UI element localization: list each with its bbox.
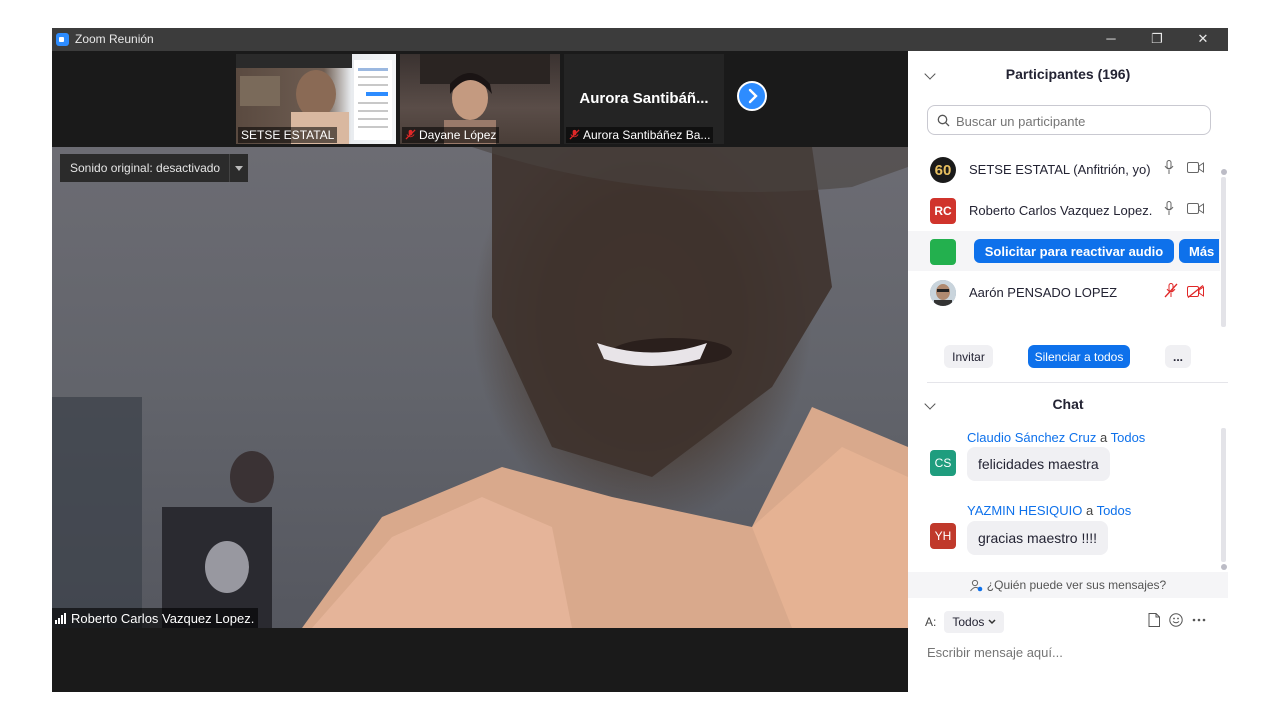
participant-scrollbar[interactable] — [1221, 169, 1227, 329]
participant-row[interactable]: Aarón PENSADO LOPEZ — [908, 272, 1220, 309]
chat-message-sender: Claudio Sánchez Cruz a Todos — [967, 430, 1146, 445]
chat-header: Chat — [908, 396, 1228, 416]
signal-icon — [55, 612, 66, 624]
thumbnail-dayane-lopez[interactable]: Dayane López — [400, 54, 560, 144]
participant-name: Roberto Carlos Vazquez Lopez. — [969, 203, 1153, 218]
minimize-button[interactable]: ─ — [1088, 28, 1134, 51]
zoom-window: Zoom Reunión ─ ❐ ✕ SETSE ESTATAL Dayane … — [52, 28, 1228, 692]
chat-tools — [1148, 613, 1206, 627]
invite-button[interactable]: Invitar — [944, 345, 993, 368]
participant-name: Aarón PENSADO LOPEZ — [969, 285, 1118, 300]
chevron-down-icon — [988, 619, 996, 625]
avatar — [930, 280, 956, 306]
chat-message-input[interactable] — [925, 641, 1219, 663]
video-area: SETSE ESTATAL Dayane López Aurora Santib… — [52, 51, 908, 692]
participant-row-hovered[interactable]: Solicitar para reactivar audio Más — [908, 231, 1220, 271]
original-sound-toggle[interactable]: Sonido original: desactivado — [60, 154, 249, 182]
thumbnail-label: SETSE ESTATAL — [238, 127, 338, 143]
file-icon[interactable] — [1148, 613, 1160, 627]
person-eye-icon — [969, 579, 983, 591]
next-page-button[interactable] — [737, 81, 767, 111]
microphone-icon[interactable] — [1164, 160, 1174, 175]
mute-all-button[interactable]: Silenciar a todos — [1028, 345, 1130, 368]
mic-muted-icon — [405, 129, 416, 140]
chat-scrollbar[interactable] — [1221, 428, 1227, 570]
participant-name: SETSE ESTATAL (Anfitrión, yo) — [969, 162, 1151, 177]
participant-row[interactable]: 60 SETSE ESTATAL (Anfitrión, yo) — [908, 149, 1220, 189]
close-button[interactable]: ✕ — [1180, 28, 1226, 51]
speaker-name-tag: Roberto Carlos Vazquez Lopez. — [52, 608, 259, 628]
ellipsis-icon[interactable] — [1192, 618, 1206, 622]
divider — [927, 382, 1228, 383]
mic-muted-icon[interactable] — [1164, 283, 1178, 298]
thumbnail-label: Aurora Santibáñez Ba... — [566, 127, 714, 143]
who-can-see-messages[interactable]: ¿Quién puede ver sus mensajes? — [908, 572, 1228, 598]
active-speaker-video[interactable]: Sonido original: desactivado Roberto Car… — [52, 147, 908, 628]
avatar: YH — [930, 523, 956, 549]
thumbnail-aurora-santibanez[interactable]: Aurora Santibáñ... Aurora Santibáñez Ba.… — [564, 54, 724, 144]
camera-icon[interactable] — [1187, 203, 1204, 214]
chevron-down-icon[interactable] — [924, 68, 936, 80]
avatar: CS — [930, 450, 956, 476]
participant-list: 60 SETSE ESTATAL (Anfitrión, yo) RC Robe… — [908, 149, 1220, 309]
chevron-down-icon[interactable] — [924, 398, 936, 410]
video-frame — [52, 147, 908, 628]
thumbnail-setse-estatal[interactable]: SETSE ESTATAL — [236, 54, 396, 144]
original-sound-label: Sonido original: desactivado — [70, 161, 221, 175]
participant-search-input[interactable] — [954, 111, 1208, 131]
camera-icon[interactable] — [1187, 162, 1204, 173]
avatar: RC — [930, 198, 956, 224]
recipient-select[interactable]: Todos — [944, 611, 1005, 633]
microphone-icon[interactable] — [1164, 201, 1174, 216]
side-panel: Participantes (196) 60 SETSE ESTATAL (An… — [908, 51, 1228, 692]
participants-more-button[interactable]: ... — [1165, 345, 1191, 368]
chat-message-bubble: felicidades maestra — [967, 447, 1110, 481]
window-title: Zoom Reunión — [75, 32, 154, 46]
thumbnail-label: Dayane López — [402, 127, 500, 143]
speaker-name: Roberto Carlos Vazquez Lopez. — [71, 610, 255, 626]
emoji-icon[interactable] — [1169, 613, 1183, 627]
thumbnail-strip: SETSE ESTATAL Dayane López Aurora Santib… — [52, 51, 908, 147]
next-arrow-icon — [748, 88, 758, 104]
more-options-button[interactable]: Más — [1179, 239, 1219, 263]
restore-button[interactable]: ❐ — [1134, 28, 1180, 51]
camera-off-icon[interactable] — [1187, 285, 1205, 298]
mic-muted-icon — [569, 129, 580, 140]
search-icon — [937, 114, 950, 127]
request-unmute-button[interactable]: Solicitar para reactivar audio — [974, 239, 1174, 263]
chevron-down-icon[interactable] — [229, 154, 248, 182]
thumbnail-display-name: Aurora Santibáñ... — [579, 90, 709, 107]
zoom-app-icon — [56, 33, 69, 46]
participant-row[interactable]: RC Roberto Carlos Vazquez Lopez. — [908, 190, 1220, 230]
title-bar: Zoom Reunión ─ ❐ ✕ — [52, 28, 1228, 51]
participants-header: Participantes (196) — [908, 66, 1228, 86]
recipient-row: A: Todos — [925, 611, 1005, 633]
avatar — [930, 239, 956, 265]
participant-search-box[interactable] — [927, 105, 1211, 135]
avatar: 60 — [930, 157, 956, 183]
chat-message-bubble: gracias maestro !!!! — [967, 521, 1109, 555]
chat-message-sender: YAZMIN HESIQUIO a Todos — [967, 503, 1132, 518]
